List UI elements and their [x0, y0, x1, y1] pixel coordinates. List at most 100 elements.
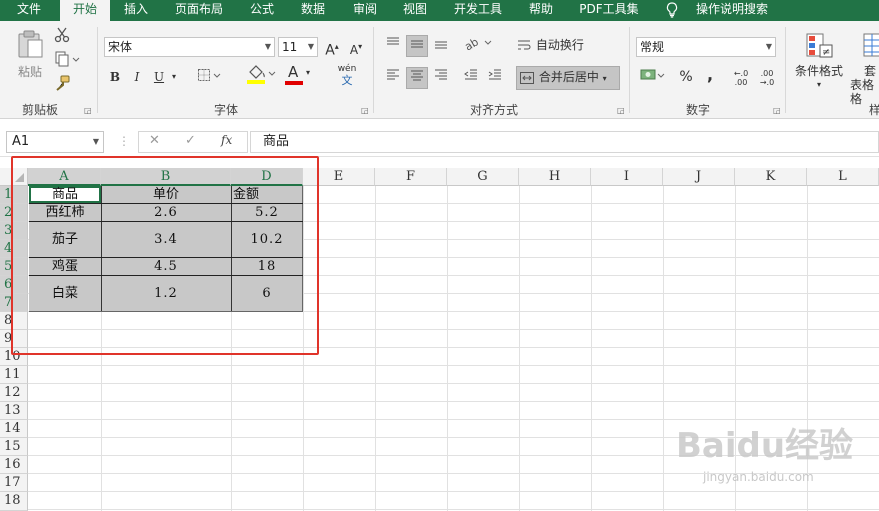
align-center-button[interactable] [406, 67, 428, 89]
row-header-16[interactable]: 16 [0, 456, 28, 474]
phonetic-button[interactable]: wén 文 [330, 63, 364, 89]
decrease-indent-button[interactable] [460, 67, 482, 89]
align-left-button[interactable] [382, 67, 404, 89]
borders-button[interactable] [196, 67, 224, 89]
font-name-combo[interactable]: 宋体 ▼ [104, 37, 275, 57]
number-group-label: 数字 [685, 103, 710, 117]
font-color-button[interactable]: A ▾ [284, 63, 318, 87]
accounting-format-button[interactable] [638, 67, 668, 89]
wrap-text-button[interactable]: 自动换行 [516, 35, 590, 57]
align-bottom-icon [435, 41, 447, 49]
row-header-14[interactable]: 14 [0, 420, 28, 438]
tab-home[interactable]: 开始 [60, 0, 110, 21]
watermark-text: Baidu经验 [676, 426, 854, 466]
orientation-button[interactable]: ab [462, 35, 496, 57]
number-format-combo[interactable]: 常规 ▼ [636, 37, 776, 57]
gridline [519, 186, 520, 511]
row-header-17[interactable]: 17 [0, 474, 28, 492]
tab-page-layout[interactable]: 页面布局 [166, 0, 232, 21]
number-launcher-icon[interactable]: ◲ [773, 106, 781, 115]
alignment-launcher-icon[interactable]: ◲ [617, 106, 625, 115]
chevron-down-icon[interactable]: ▾ [168, 67, 180, 87]
enter-icon[interactable]: ✓ [185, 133, 196, 148]
shrink-font-button[interactable]: A▾ [346, 37, 366, 60]
format-painter-icon[interactable] [52, 75, 72, 95]
paste-label: 粘贴 [17, 65, 42, 79]
font-group-label: 字体 [213, 103, 238, 117]
align-bottom-button[interactable] [430, 35, 452, 57]
gridline [28, 365, 879, 366]
row-header-15[interactable]: 15 [0, 438, 28, 456]
divider [629, 27, 630, 113]
align-top-button[interactable] [382, 35, 404, 57]
underline-button[interactable]: U [150, 67, 168, 87]
tab-insert[interactable]: 插入 [116, 0, 156, 21]
align-right-button[interactable] [430, 67, 452, 89]
cancel-icon[interactable]: ✕ [149, 133, 160, 148]
conditional-formatting-icon: ≠ [806, 33, 833, 58]
tab-developer[interactable]: 开发工具 [446, 0, 510, 21]
increase-decimal-button[interactable]: ←.0 .00 [730, 69, 752, 91]
column-header-h[interactable]: H [519, 168, 591, 186]
insert-function-icon[interactable]: fx [221, 133, 232, 147]
divider [97, 27, 98, 113]
column-header-f[interactable]: F [375, 168, 447, 186]
row-header-12[interactable]: 12 [0, 384, 28, 402]
formula-input[interactable]: 商品 [250, 131, 879, 153]
row-header-13[interactable]: 13 [0, 402, 28, 420]
ribbon-home: 粘贴 剪贴板 ◲ 宋体 ▼ 11 ▼ A▴ A▾ B I U ▾ A ▾ wén… [0, 21, 879, 119]
conditional-formatting-label: 条件格式 [794, 64, 843, 78]
highlight-annotation-box [11, 156, 319, 355]
row-header-18[interactable]: 18 [0, 492, 28, 511]
name-box[interactable]: A1 ▼ [6, 131, 104, 153]
merge-center-label: 合并后居中 [538, 70, 599, 84]
conditional-formatting-button[interactable]: ≠ 条件格式 ▾ [792, 31, 846, 97]
align-middle-button[interactable] [406, 35, 428, 57]
tab-review[interactable]: 审阅 [344, 0, 386, 21]
gridline [447, 186, 448, 511]
column-header-k[interactable]: K [735, 168, 807, 186]
bold-button[interactable]: B [106, 67, 124, 87]
formula-buttons: ✕ ✓ fx [138, 131, 248, 153]
column-header-j[interactable]: J [663, 168, 735, 186]
font-size-combo[interactable]: 11 ▼ [278, 37, 318, 57]
italic-button[interactable]: I [128, 67, 146, 87]
merge-center-button[interactable]: 合并后居中 ▾ [516, 66, 620, 90]
tab-data[interactable]: 数据 [292, 0, 334, 21]
clipboard-icon [18, 30, 43, 58]
copy-icon[interactable] [52, 51, 82, 71]
tab-file[interactable]: 文件 [6, 0, 52, 21]
wrap-text-icon [518, 40, 531, 49]
tab-view[interactable]: 视图 [394, 0, 436, 21]
column-header-i[interactable]: I [591, 168, 663, 186]
tab-help[interactable]: 帮助 [520, 0, 562, 21]
name-box-value: A1 [12, 134, 30, 149]
decrease-decimal-button[interactable]: .00 →.0 [756, 69, 778, 91]
comma-button[interactable]: , [700, 65, 720, 85]
tab-pdf-tools[interactable]: PDF工具集 [572, 0, 646, 21]
chevron-down-icon: ▾ [306, 68, 311, 77]
increase-indent-button[interactable] [484, 67, 506, 89]
format-as-table-button[interactable]: 套 表格格 [850, 31, 879, 106]
phonetic-sub-label: 文 [341, 74, 353, 87]
alignment-group-label: 对齐方式 [469, 103, 518, 117]
row-header-11[interactable]: 11 [0, 366, 28, 384]
search-help-box[interactable]: 操作说明搜索 [686, 0, 778, 21]
paste-button[interactable]: 粘贴 [12, 29, 48, 89]
table-style-icon [863, 33, 879, 57]
percent-button[interactable]: % [676, 67, 696, 87]
grow-font-button[interactable]: A▴ [322, 37, 342, 61]
formula-bar-resize-handle[interactable]: ⋮ [118, 134, 130, 148]
font-color-letter: A [288, 63, 299, 81]
gridline [28, 509, 879, 510]
column-header-l[interactable]: L [807, 168, 879, 186]
clipboard-launcher-icon[interactable]: ◲ [84, 106, 92, 115]
font-launcher-icon[interactable]: ◲ [361, 106, 369, 115]
scissors-icon[interactable] [52, 27, 72, 47]
fill-color-button[interactable] [244, 63, 278, 87]
watermark-url: jingyan.baidu.com [703, 470, 814, 484]
tab-formulas[interactable]: 公式 [242, 0, 282, 21]
gridline [28, 401, 879, 402]
column-header-g[interactable]: G [447, 168, 519, 186]
styles-group-label: 样 [868, 103, 879, 117]
